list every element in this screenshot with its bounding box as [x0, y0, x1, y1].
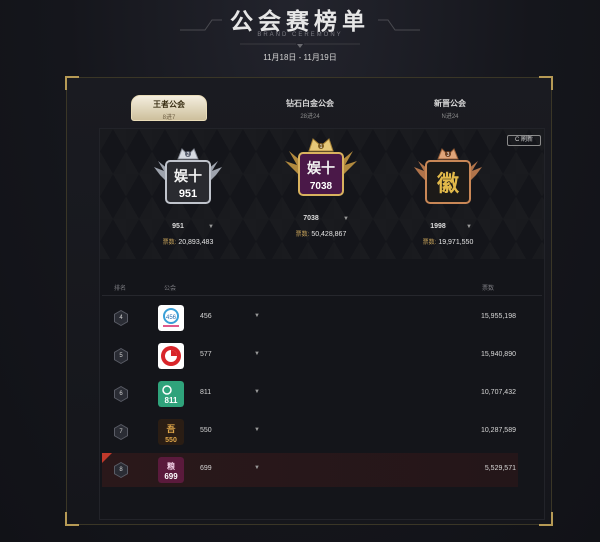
podium-rank-1[interactable]: 1 娱十 7038 7038 ▼ 票数: 50,428,867: [271, 137, 371, 255]
guild-votes: 15,940,890: [480, 351, 516, 358]
chevron-down-icon[interactable]: ▼: [254, 427, 260, 433]
tab-sublabel: N进24: [441, 114, 459, 120]
guild-logo-699: 粮 699: [158, 457, 184, 483]
podium-rank-number: 2: [187, 152, 190, 158]
chevron-down-icon[interactable]: ▼: [343, 216, 349, 222]
tab-label: 新晋公会: [434, 99, 466, 108]
chevron-down-icon[interactable]: ▼: [254, 465, 260, 471]
chevron-down-icon[interactable]: ▼: [254, 313, 260, 319]
podium-rank-number: 3: [447, 152, 450, 158]
podium-name: 951: [172, 223, 184, 230]
divider: [102, 295, 542, 296]
votes-value: 19,971,550: [438, 239, 474, 246]
chevron-down-icon[interactable]: ▼: [208, 224, 214, 230]
podium-votes: 票数: 20,893,483: [138, 237, 238, 246]
header-votes: 票数: [482, 286, 495, 292]
rank-hex-icon: 4: [114, 310, 128, 326]
chevron-down-icon[interactable]: ▼: [466, 224, 472, 230]
podium-name: 7038: [303, 215, 319, 222]
rank-number: 7: [115, 425, 127, 439]
guild-name: 550: [200, 427, 212, 434]
table-row-current[interactable]: 8 粮 699 699 ▼ 5,529,571: [102, 453, 518, 487]
tab-label: 钻石白金公会: [286, 99, 334, 108]
votes-value: 20,893,483: [178, 239, 214, 246]
table-row[interactable]: 4 456 456 ▼ 15,955,198: [102, 301, 518, 335]
svg-text:粮: 粮: [167, 461, 175, 471]
table-row[interactable]: 6 811 811 ▼ 10,707,432: [102, 377, 518, 411]
podium-logo-text: 徽: [436, 171, 460, 196]
guild-votes: 15,955,198: [480, 313, 516, 320]
table-row[interactable]: 5 577 ▼ 15,940,890: [102, 339, 518, 373]
refresh-button[interactable]: C 刷新: [507, 135, 541, 146]
guild-votes: 5,529,571: [484, 465, 516, 472]
rank-hex-icon: 5: [114, 348, 128, 364]
guild-votes: 10,707,432: [480, 389, 516, 396]
guild-logo-811: 811: [158, 381, 184, 407]
votes-value: 50,428,867: [311, 231, 347, 238]
guild-name: 811: [200, 389, 212, 396]
tab-diamond-guild[interactable]: 钻石白金公会 28进24: [255, 92, 365, 122]
date-range: 11月18日 - 11月19日: [263, 53, 337, 62]
svg-text:699: 699: [164, 472, 178, 481]
leaderboard: C 刷新 2 娱十 951 951 ▼ 票数: 20,893,483 1 娱十 …: [99, 128, 545, 520]
chevron-down-icon[interactable]: ▼: [254, 351, 260, 357]
svg-text:456: 456: [166, 315, 177, 321]
guild-name: 699: [200, 465, 212, 472]
rank-hex-icon: 7: [114, 424, 128, 440]
svg-text:吾: 吾: [166, 424, 175, 434]
page-subtitle: BRAND CEREMONY: [257, 32, 343, 38]
guild-logo-550: 吾 550: [158, 419, 184, 445]
silver-crown-badge-icon: 2 娱十 951: [154, 148, 222, 204]
rank-number: 5: [115, 349, 127, 363]
podium-logo-text: 娱十: [307, 160, 335, 176]
podium-rank-2[interactable]: 2 娱十 951 951 ▼ 票数: 20,893,483: [138, 145, 238, 263]
table-row[interactable]: 7 吾 550 550 ▼ 10,287,589: [102, 415, 518, 449]
header-rank: 排名: [114, 286, 127, 292]
svg-text:811: 811: [165, 396, 178, 405]
rank-number: 6: [115, 387, 127, 401]
guild-logo-577: [158, 343, 184, 369]
rank-number: 8: [115, 463, 127, 477]
corner-ornament: [539, 512, 553, 526]
votes-label: 票数:: [422, 240, 437, 246]
rank-hex-icon: 6: [114, 386, 128, 402]
rank-hex-icon: 8: [114, 462, 128, 478]
corner-ornament: [539, 76, 553, 90]
highlight-ribbon: [102, 453, 112, 463]
header-guild: 公会: [164, 286, 177, 292]
tab-sublabel: 28进24: [300, 114, 320, 120]
podium-votes: 票数: 50,428,867: [271, 229, 371, 238]
guild-name: 456: [200, 313, 212, 320]
votes-label: 票数:: [295, 232, 310, 238]
podium-logo-sub: 7038: [310, 181, 333, 192]
leaderboard-panel: 王者公会 8进7 钻石白金公会 28进24 新晋公会 N进24 C 刷新 2 娱…: [65, 76, 553, 526]
svg-text:550: 550: [165, 437, 177, 444]
rank-number: 4: [115, 311, 127, 325]
podium-rank-3[interactable]: 3 徽 1998 ▼ 票数: 19,971,550: [398, 145, 498, 263]
page-header: 公会赛榜单 BRAND CEREMONY 11月18日 - 11月19日: [0, 0, 600, 70]
tab-label: 王者公会: [153, 100, 185, 109]
podium-votes: 票数: 19,971,550: [398, 237, 498, 246]
corner-ornament: [65, 512, 79, 526]
tab-king-guild[interactable]: 王者公会 8进7: [131, 95, 207, 121]
tab-sublabel: 8进7: [162, 115, 176, 121]
bronze-crown-badge-icon: 3 徽: [414, 148, 482, 204]
gold-crown-badge-icon: 1 娱十 7038: [285, 138, 357, 196]
podium-rank-number: 1: [320, 144, 323, 150]
guild-votes: 10,287,589: [480, 427, 516, 434]
tab-new-guild[interactable]: 新晋公会 N进24: [395, 92, 505, 122]
tab-bar: 王者公会 8进7 钻石白金公会 28进24 新晋公会 N进24: [67, 92, 551, 122]
podium-logo-sub: 951: [179, 188, 197, 200]
podium-logo-text: 娱十: [174, 168, 202, 184]
corner-ornament: [65, 76, 79, 90]
chevron-down-icon[interactable]: ▼: [254, 389, 260, 395]
table-header: 排名 公会 票数: [102, 281, 542, 293]
votes-label: 票数:: [162, 240, 177, 246]
guild-name: 577: [200, 351, 212, 358]
page-title: 公会赛榜单: [230, 8, 370, 34]
guild-logo-456: 456: [158, 305, 184, 331]
